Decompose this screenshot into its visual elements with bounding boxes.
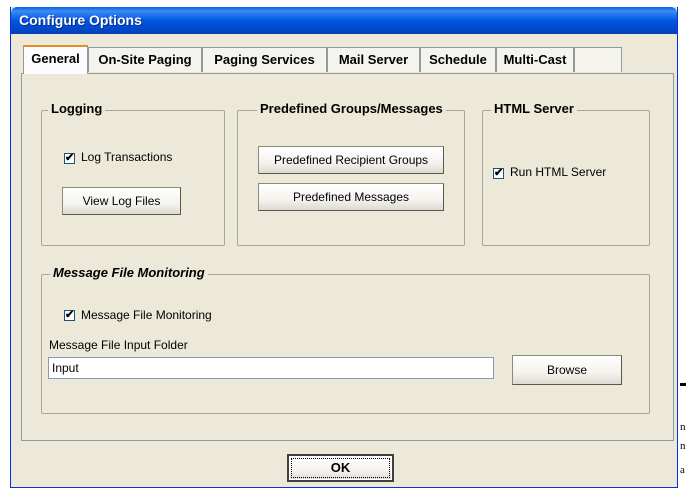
html-server-legend: HTML Server <box>491 101 577 116</box>
predefined-messages-button[interactable]: Predefined Messages <box>258 183 444 211</box>
window-title: Configure Options <box>19 12 142 28</box>
ok-button[interactable]: OK <box>287 454 394 482</box>
tab-schedule[interactable]: Schedule <box>420 47 496 72</box>
title-bar[interactable]: Configure Options <box>11 7 677 34</box>
browse-button[interactable]: Browse <box>512 355 622 385</box>
background-text-3: a <box>680 464 685 476</box>
log-transactions-label[interactable]: Log Transactions <box>81 150 172 164</box>
tab-blank[interactable] <box>574 47 622 72</box>
tab-general[interactable]: General <box>23 45 88 74</box>
tab-mail-server[interactable]: Mail Server <box>327 47 420 72</box>
logging-legend: Logging <box>48 101 106 116</box>
message-file-monitoring-checkbox[interactable]: ✔ <box>64 310 75 321</box>
message-file-monitoring-legend: Message File Monitoring <box>50 265 208 280</box>
predefined-recipient-groups-button[interactable]: Predefined Recipient Groups <box>258 146 444 174</box>
background-text-2: n <box>680 440 686 452</box>
predefined-legend: Predefined Groups/Messages <box>257 101 446 116</box>
background-mark <box>680 383 686 386</box>
run-html-server-checkbox[interactable]: ✔ <box>493 168 504 179</box>
message-file-monitoring-label[interactable]: Message File Monitoring <box>81 308 212 322</box>
tab-multi-cast[interactable]: Multi-Cast <box>496 47 574 72</box>
logging-group <box>41 110 225 246</box>
predefined-groups-messages-group <box>237 110 465 246</box>
run-html-server-label[interactable]: Run HTML Server <box>510 165 606 179</box>
log-transactions-checkbox[interactable]: ✔ <box>64 153 75 164</box>
configure-options-dialog: Configure Options General On-Site Paging… <box>10 7 678 488</box>
message-file-input-folder-label: Message File Input Folder <box>49 338 188 352</box>
view-log-files-button[interactable]: View Log Files <box>62 187 181 215</box>
tab-on-site-paging[interactable]: On-Site Paging <box>88 47 202 72</box>
background-text-1: n <box>680 421 686 433</box>
message-file-input-folder-field[interactable]: Input <box>48 357 494 379</box>
tab-paging-services[interactable]: Paging Services <box>202 47 327 72</box>
